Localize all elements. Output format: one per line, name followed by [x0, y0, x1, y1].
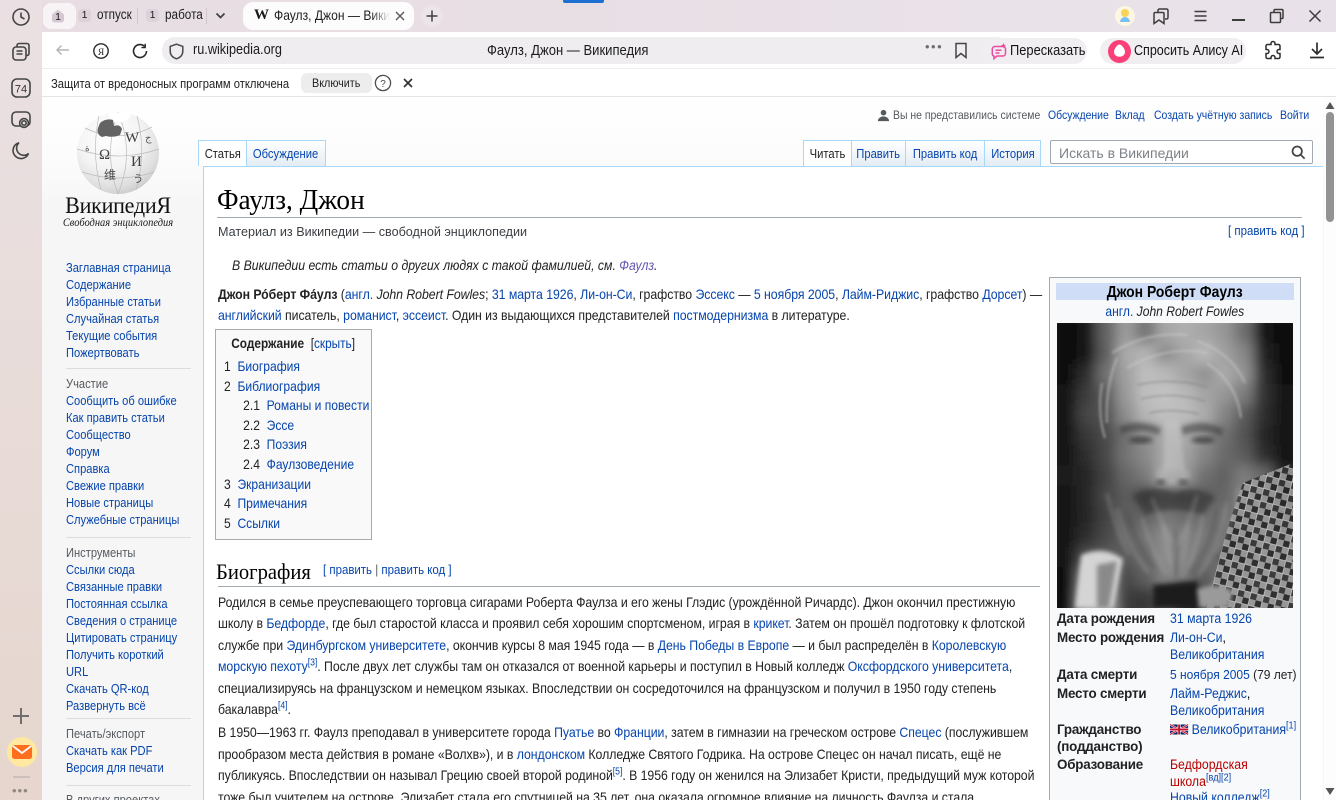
svg-text:维: 维 [104, 168, 116, 182]
svg-text:?: ? [380, 79, 386, 90]
svg-text:74: 74 [15, 84, 27, 96]
svg-text:Я: Я [98, 48, 105, 58]
svg-text:Ω: Ω [99, 147, 110, 163]
svg-text:1: 1 [55, 11, 61, 23]
svg-text:W: W [125, 130, 140, 146]
svg-text:ة: ة [85, 143, 90, 153]
svg-text:ぅ: ぅ [132, 171, 144, 185]
svg-text:И: И [131, 154, 142, 170]
svg-text:ج: ج [145, 133, 152, 144]
